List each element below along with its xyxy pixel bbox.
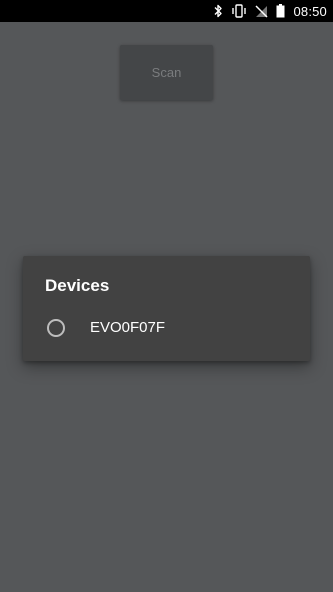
status-time: 08:50 bbox=[293, 3, 327, 19]
device-list-item[interactable]: EVO0F07F bbox=[23, 312, 310, 344]
bluetooth-icon bbox=[213, 4, 223, 18]
vibrate-icon bbox=[231, 4, 247, 18]
device-name: EVO0F07F bbox=[90, 319, 166, 336]
dialog-title: Devices bbox=[45, 276, 110, 295]
radio-button[interactable] bbox=[47, 319, 65, 337]
scan-button[interactable]: Scan bbox=[120, 45, 213, 100]
status-bar: 08:50 bbox=[0, 0, 333, 22]
no-signal-icon bbox=[255, 4, 268, 18]
battery-icon bbox=[276, 4, 285, 18]
devices-dialog: Devices EVO0F07F bbox=[23, 256, 310, 361]
